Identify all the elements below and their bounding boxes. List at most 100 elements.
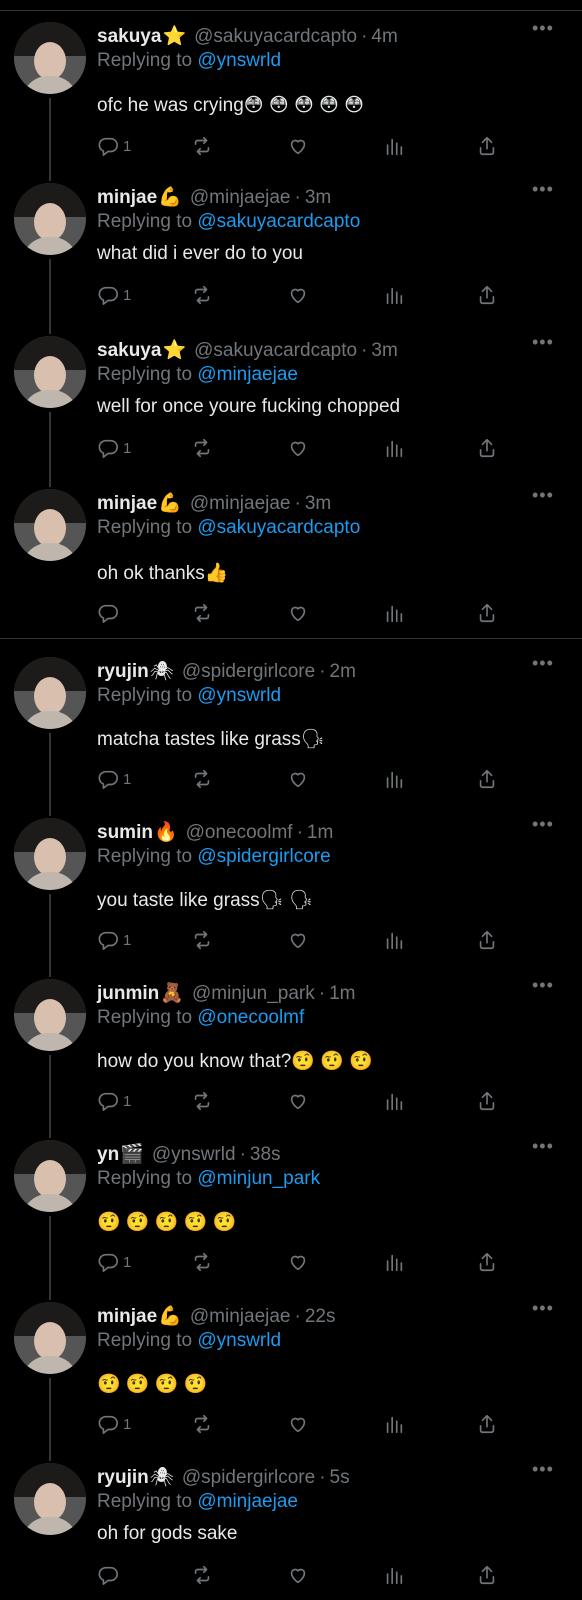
retweet-button[interactable] (191, 283, 213, 307)
tweet[interactable]: minjae💪 @minjaejae · 3m ••• Replying to @sa… (0, 479, 582, 647)
tweet[interactable]: ryujin🕷 @spidergirlcore · 5s ••• Replying t… (0, 1453, 582, 1600)
share-button[interactable] (476, 601, 498, 625)
reply-button[interactable] (97, 1563, 123, 1587)
views-button[interactable] (383, 1563, 405, 1587)
like-button[interactable] (287, 283, 309, 307)
tweet[interactable]: sumin🔥 @onecoolmf · 1m ••• Replying to @spi… (0, 808, 582, 969)
views-button[interactable] (383, 1250, 405, 1274)
display-name[interactable]: ryujin (97, 661, 149, 682)
avatar[interactable] (14, 818, 86, 890)
avatar[interactable] (14, 183, 86, 255)
more-icon[interactable]: ••• (532, 1298, 554, 1319)
replying-to-handle[interactable]: @minjaejae (197, 1491, 298, 1512)
like-button[interactable] (287, 601, 309, 625)
reply-button[interactable]: 1 (97, 767, 131, 791)
more-icon[interactable]: ••• (532, 1459, 554, 1480)
share-button[interactable] (476, 436, 498, 460)
share-button[interactable] (476, 1250, 498, 1274)
views-button[interactable] (383, 436, 405, 460)
like-button[interactable] (287, 928, 309, 952)
like-button[interactable] (287, 1412, 309, 1436)
avatar[interactable] (14, 979, 86, 1051)
display-name[interactable]: sumin (97, 822, 153, 843)
reply-button[interactable]: 1 (97, 928, 131, 952)
reply-button[interactable]: 1 (97, 134, 131, 158)
reply-button[interactable]: 1 (97, 283, 131, 307)
retweet-button[interactable] (191, 1412, 213, 1436)
timestamp[interactable]: 1m (329, 983, 355, 1004)
avatar[interactable] (14, 1302, 86, 1374)
display-name[interactable]: sakuya (97, 340, 161, 361)
avatar[interactable] (14, 1140, 86, 1212)
replying-to-handle[interactable]: @ynswrld (197, 1330, 281, 1351)
timestamp[interactable]: 1m (307, 822, 333, 843)
display-name[interactable]: sakuya (97, 26, 161, 47)
like-button[interactable] (287, 767, 309, 791)
user-handle[interactable]: @minjaejae (190, 493, 291, 514)
user-handle[interactable]: @minjaejae (190, 187, 291, 208)
more-icon[interactable]: ••• (532, 179, 554, 200)
share-button[interactable] (476, 767, 498, 791)
views-button[interactable] (383, 928, 405, 952)
display-name[interactable]: minjae (97, 1306, 157, 1327)
share-button[interactable] (476, 283, 498, 307)
user-handle[interactable]: @onecoolmf (186, 822, 293, 843)
more-icon[interactable]: ••• (532, 653, 554, 674)
like-button[interactable] (287, 134, 309, 158)
display-name[interactable]: minjae (97, 493, 157, 514)
retweet-button[interactable] (191, 1563, 213, 1587)
replying-to-handle[interactable]: @onecoolmf (197, 1007, 304, 1028)
more-icon[interactable]: ••• (532, 485, 554, 506)
user-handle[interactable]: @minjaejae (190, 1306, 291, 1327)
share-button[interactable] (476, 1563, 498, 1587)
reply-button[interactable]: 1 (97, 1250, 131, 1274)
tweet[interactable]: sakuya⭐ @sakuyacardcapto · 4m ••• Replying … (0, 12, 582, 173)
reply-button[interactable]: 1 (97, 1412, 131, 1436)
timestamp[interactable]: 4m (371, 26, 397, 47)
retweet-button[interactable] (191, 134, 213, 158)
user-handle[interactable]: @sakuyacardcapto (194, 26, 357, 47)
retweet-button[interactable] (191, 1089, 213, 1113)
views-button[interactable] (383, 1412, 405, 1436)
user-handle[interactable]: @minjun_park (192, 983, 315, 1004)
views-button[interactable] (383, 134, 405, 158)
tweet[interactable]: yn🎬 @ynswrld · 38s ••• Replying to @minjun_… (0, 1130, 582, 1292)
more-icon[interactable]: ••• (532, 1136, 554, 1157)
replying-to-handle[interactable]: @ynswrld (197, 50, 281, 71)
like-button[interactable] (287, 1089, 309, 1113)
retweet-button[interactable] (191, 436, 213, 460)
timestamp[interactable]: 5s (330, 1467, 350, 1488)
display-name[interactable]: minjae (97, 187, 157, 208)
avatar[interactable] (14, 22, 86, 94)
display-name[interactable]: ryujin (97, 1467, 149, 1488)
share-button[interactable] (476, 1089, 498, 1113)
retweet-button[interactable] (191, 601, 213, 625)
retweet-button[interactable] (191, 1250, 213, 1274)
avatar[interactable] (14, 489, 86, 561)
tweet[interactable]: minjae💪 @minjaejae · 22s ••• Replying to @y… (0, 1292, 582, 1453)
retweet-button[interactable] (191, 767, 213, 791)
tweet[interactable]: junmin🧸 @minjun_park · 1m ••• Replying to @… (0, 969, 582, 1130)
avatar[interactable] (14, 1463, 86, 1535)
reply-button[interactable]: 1 (97, 1089, 131, 1113)
more-icon[interactable]: ••• (532, 332, 554, 353)
replying-to-handle[interactable]: @sakuyacardcapto (197, 517, 360, 538)
tweet[interactable]: minjae💪 @minjaejae · 3m ••• Replying to @sa… (0, 173, 582, 326)
timestamp[interactable]: 38s (250, 1144, 281, 1165)
retweet-button[interactable] (191, 928, 213, 952)
timestamp[interactable]: 3m (371, 340, 397, 361)
avatar[interactable] (14, 336, 86, 408)
like-button[interactable] (287, 436, 309, 460)
user-handle[interactable]: @sakuyacardcapto (194, 340, 357, 361)
avatar[interactable] (14, 657, 86, 729)
timestamp[interactable]: 2m (330, 661, 356, 682)
timestamp[interactable]: 22s (305, 1306, 336, 1327)
reply-button[interactable] (97, 601, 123, 625)
like-button[interactable] (287, 1563, 309, 1587)
replying-to-handle[interactable]: @minjun_park (197, 1168, 320, 1189)
more-icon[interactable]: ••• (532, 975, 554, 996)
replying-to-handle[interactable]: @minjaejae (197, 364, 298, 385)
timestamp[interactable]: 3m (305, 493, 331, 514)
views-button[interactable] (383, 283, 405, 307)
share-button[interactable] (476, 134, 498, 158)
